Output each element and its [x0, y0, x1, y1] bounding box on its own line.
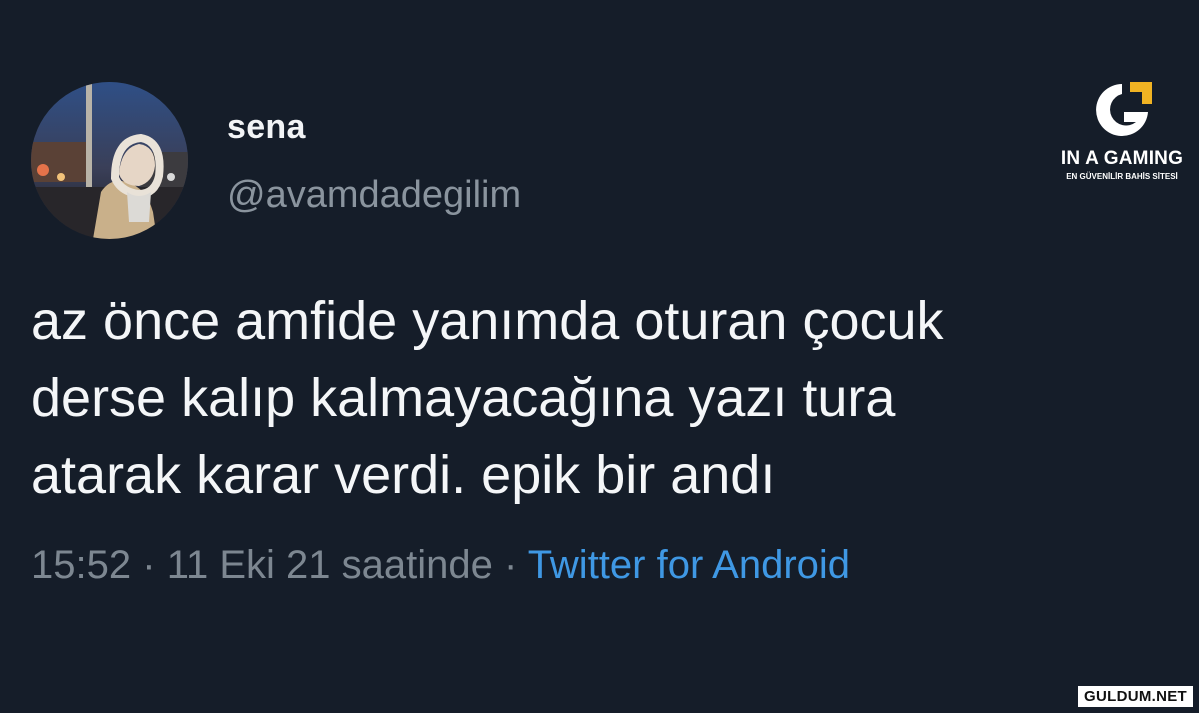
tweet-text-line: derse kalıp kalmayacağına yazı tura	[31, 368, 896, 428]
tweet-date[interactable]: 11 Eki 21 saatinde	[167, 543, 493, 587]
logo-subtitle: EN GÜVENİLİR BAHİS SİTESİ	[1066, 172, 1178, 181]
display-name[interactable]: sena	[227, 108, 306, 147]
meta-separator: ·	[503, 543, 518, 587]
gaming-logo: IN A GAMING EN GÜVENİLİR BAHİS SİTESİ	[1052, 78, 1192, 188]
tweet-text: az önce amfide yanımda oturan çocuk ders…	[31, 283, 1181, 514]
user-handle[interactable]: @avamdadegilim	[227, 174, 521, 217]
avatar-photo	[31, 82, 188, 239]
tweet-text-line: az önce amfide yanımda oturan çocuk	[31, 291, 944, 351]
tweet-time[interactable]: 15:52	[31, 543, 131, 587]
logo-title: IN A GAMING	[1060, 148, 1184, 169]
tweet-card: sena @avamdadegilim az önce amfide yanım…	[0, 0, 1199, 713]
meta-separator: ·	[142, 543, 156, 587]
tweet-meta: 15:52 · 11 Eki 21 saatinde · Twitter for…	[31, 543, 850, 588]
tweet-text-line: atarak karar verdi. epik bir andı	[31, 445, 776, 505]
site-watermark: GULDUM.NET	[1078, 686, 1193, 707]
tweet-source-link[interactable]: Twitter for Android	[528, 543, 850, 587]
gaming-logo-icon	[1096, 82, 1152, 136]
avatar[interactable]	[31, 82, 188, 239]
